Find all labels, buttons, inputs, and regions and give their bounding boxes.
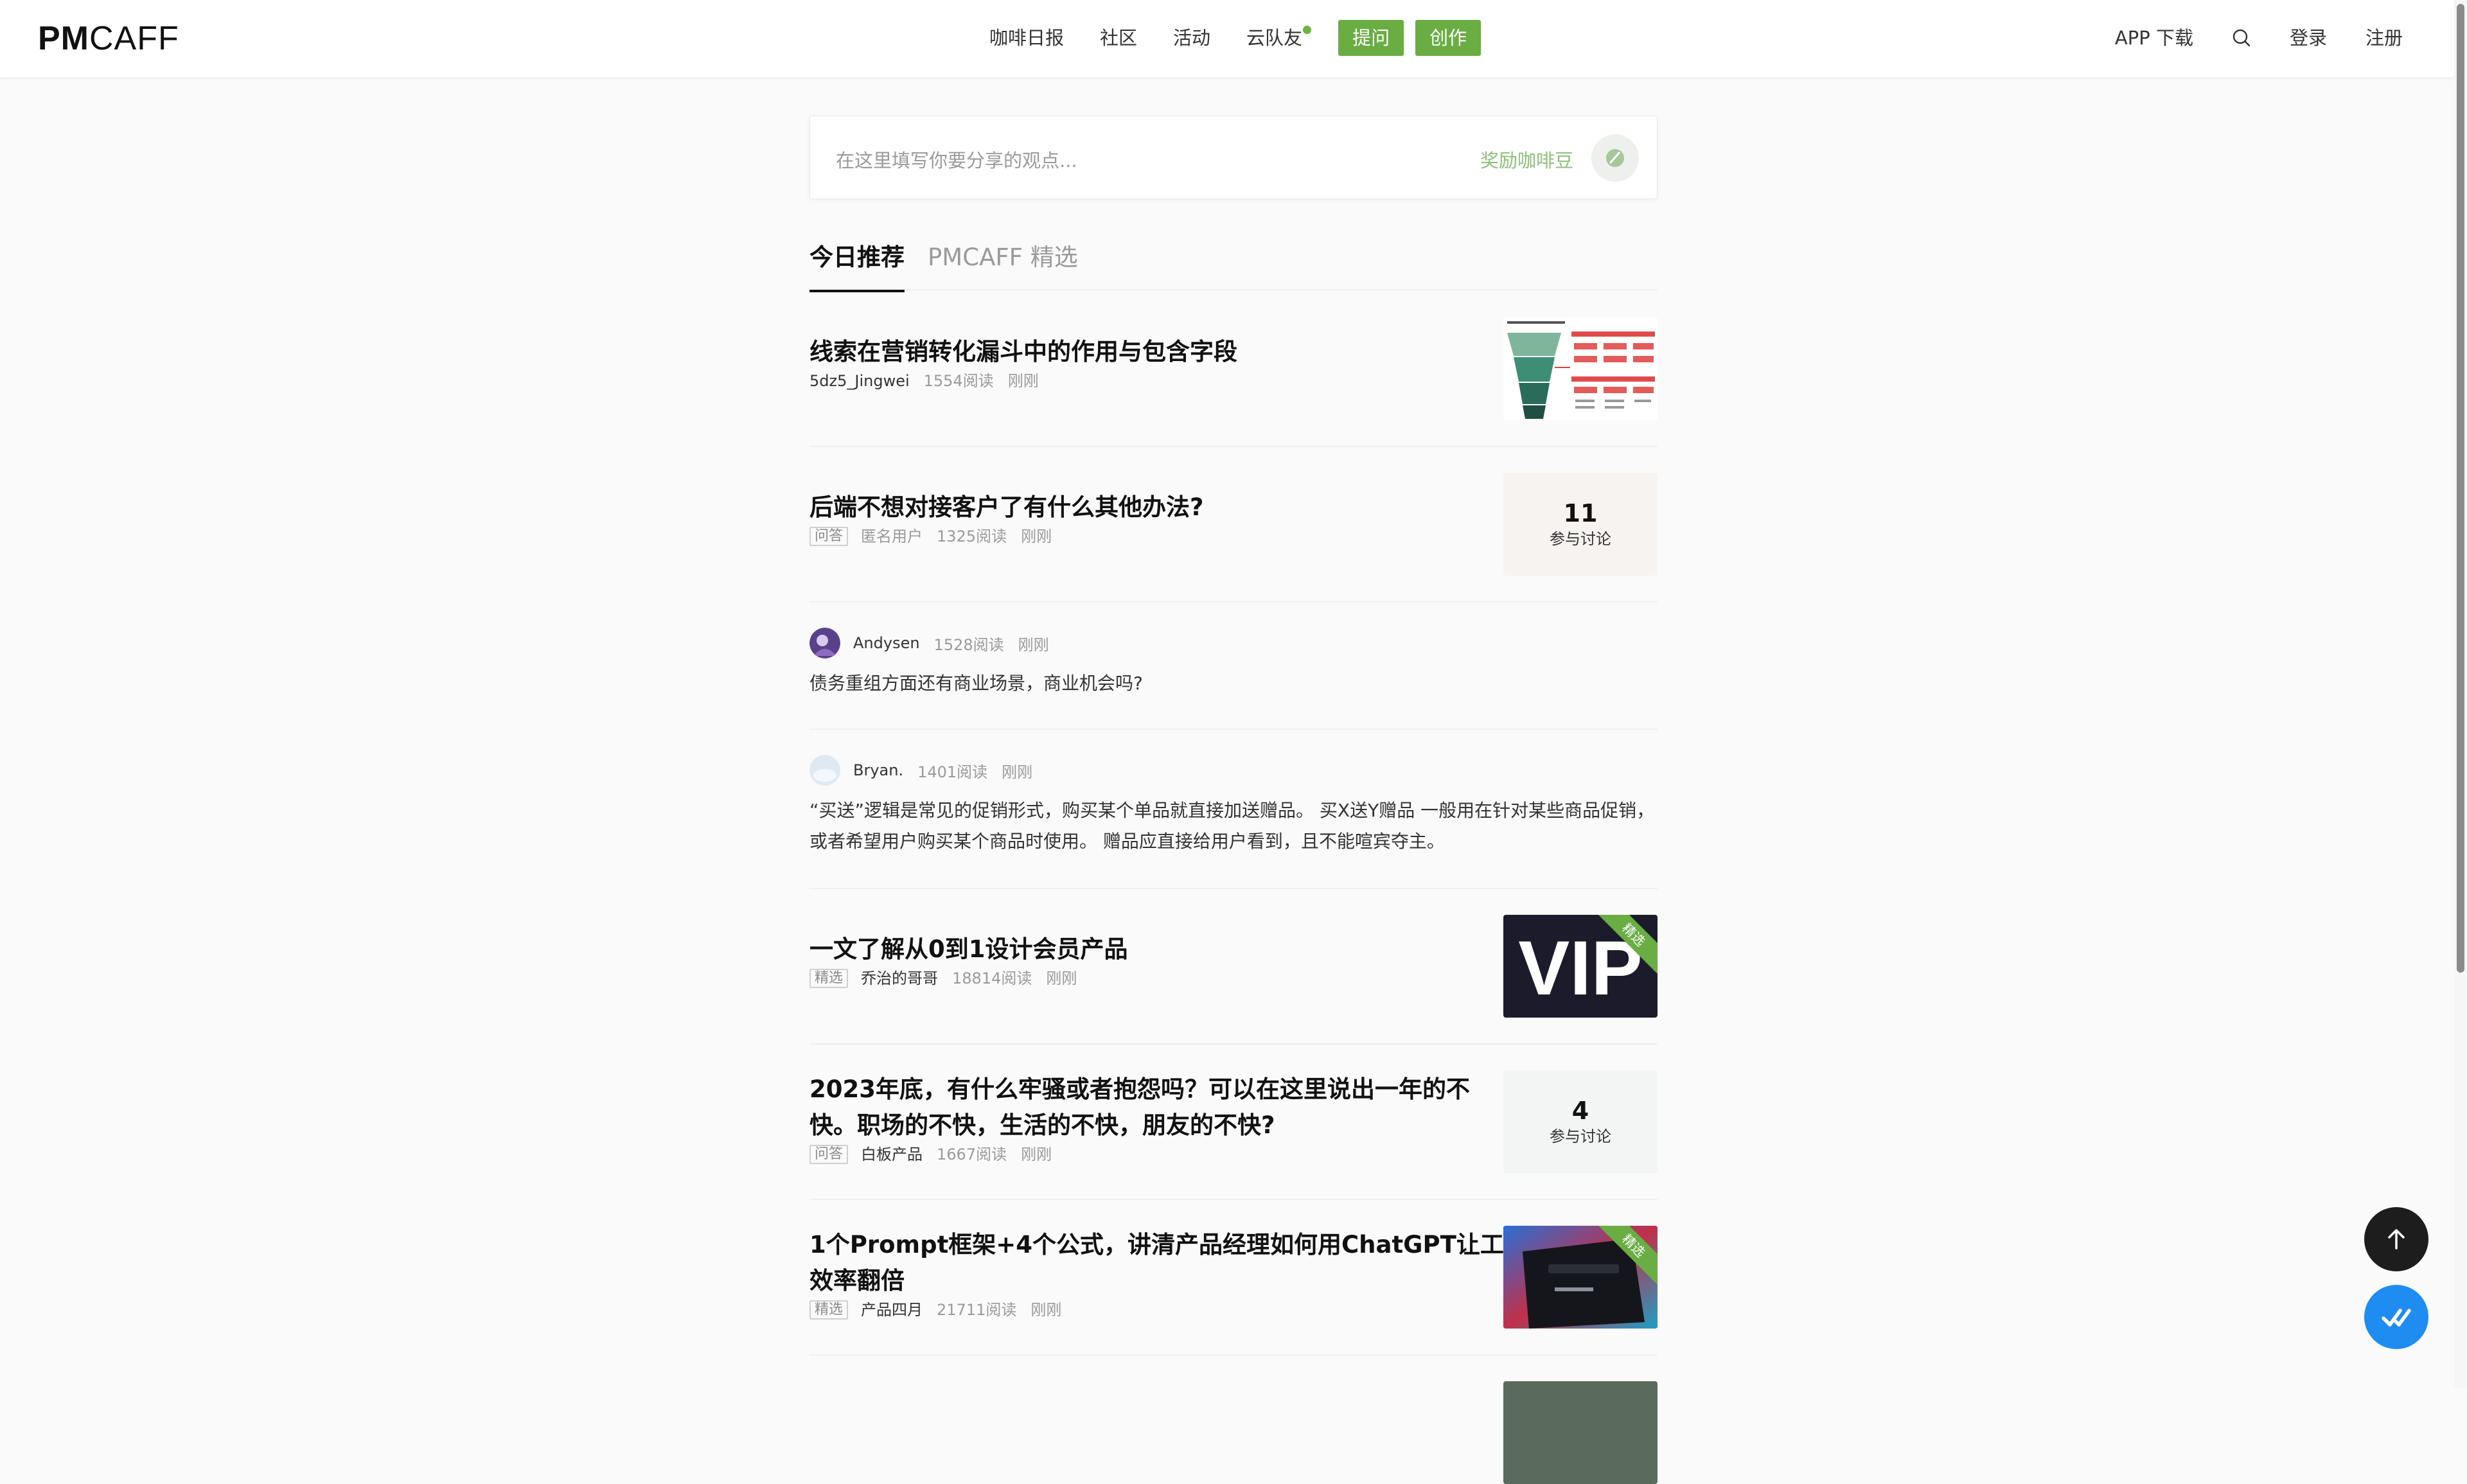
- reward-coffee-beans-link[interactable]: 奖励咖啡豆: [1480, 146, 1573, 173]
- post-time: 刚刚: [1046, 969, 1077, 987]
- avatar-image: [809, 628, 840, 658]
- discussion-label: 参与讨论: [1550, 1127, 1611, 1145]
- composer-placeholder[interactable]: 在这里填写你要分享的观点...: [836, 146, 1077, 173]
- question-title[interactable]: 后端不想对接客户了有什么其他办法?: [809, 490, 1203, 526]
- author-name[interactable]: 5dz5_Jingwei: [809, 370, 910, 392]
- list-item[interactable]: 后端不想对接客户了有什么其他办法? 问答 匿名用户 1325阅读 刚刚 11 参…: [809, 447, 1658, 603]
- article-meta: 精选 产品四月 21711阅读 刚刚: [809, 1299, 1528, 1321]
- post-time: 刚刚: [1021, 527, 1052, 545]
- post-text-line: 或者希望用户购买某个商品时使用。 赠品应直接给用户看到，且不能喧宾夺主。: [809, 831, 1445, 852]
- app-download-link[interactable]: APP 下载: [2115, 19, 2193, 57]
- app-assistant-button[interactable]: [2364, 1285, 2428, 1349]
- question-title-line: 快。职场的不快，生活的不快，朋友的不快?: [809, 1111, 1275, 1139]
- read-count: 18814阅读: [952, 969, 1032, 987]
- qa-tag: 问答: [809, 527, 849, 546]
- post-composer[interactable]: 在这里填写你要分享的观点... 奖励咖啡豆: [809, 116, 1658, 199]
- tab-pmcaff-featured[interactable]: PMCAFF 精选: [928, 242, 1078, 274]
- post-text[interactable]: 债务重组方面还有商业场景，商业机会吗?: [809, 668, 1658, 699]
- read-count: 1325阅读: [937, 527, 1007, 545]
- author-name[interactable]: 产品四月: [861, 1299, 923, 1321]
- article-title[interactable]: 线索在营销转化漏斗中的作用与包含字段: [809, 334, 1237, 370]
- pmcaff-logo[interactable]: PMCAFF: [38, 22, 179, 55]
- question-meta: 问答 匿名用户 1325阅读 刚刚: [809, 526, 1203, 547]
- article-thumbnail[interactable]: [1503, 1381, 1658, 1484]
- publish-pen-button[interactable]: [1591, 134, 1639, 182]
- account-nav: APP 下载 登录 注册: [2076, 19, 2403, 57]
- post-time: 刚刚: [1007, 372, 1039, 390]
- login-link[interactable]: 登录: [2290, 19, 2327, 57]
- post-text[interactable]: “买送”逻辑是常见的促销形式，购买某个单品就直接加送赠品。 买X送Y赠品 一般用…: [809, 795, 1658, 857]
- author-name[interactable]: 乔治的哥哥: [861, 967, 938, 989]
- list-item[interactable]: Andysen 1528阅读 刚刚 债务重组方面还有商业场景，商业机会吗?: [809, 603, 1658, 730]
- author-name[interactable]: Bryan.: [853, 761, 903, 779]
- author-name[interactable]: 白板产品: [861, 1144, 923, 1165]
- discussion-count-box[interactable]: 4 参与讨论: [1503, 1070, 1658, 1173]
- list-item[interactable]: 线索在营销转化漏斗中的作用与包含字段 5dz5_Jingwei 1554阅读 刚…: [809, 292, 1658, 447]
- chatgpt-thumbnail[interactable]: 精选: [1503, 1226, 1658, 1329]
- article-title-line: 1个Prompt框架+4个公式，讲清产品经理如何用ChatGPT让工作: [809, 1231, 1528, 1259]
- top-navigation-bar: PMCAFF 咖啡日报 社区 活动 云队友 提问 创作 APP 下载 登录 注册: [0, 0, 2454, 77]
- feed-list: 线索在营销转化漏斗中的作用与包含字段 5dz5_Jingwei 1554阅读 刚…: [809, 292, 1658, 1484]
- double-check-icon: [2382, 1309, 2411, 1327]
- vip-thumbnail[interactable]: VIP 精选: [1503, 915, 1658, 1018]
- discussion-count: 11: [1563, 499, 1598, 527]
- discussion-label: 参与讨论: [1550, 530, 1611, 548]
- read-count: 21711阅读: [937, 1301, 1017, 1319]
- article-title[interactable]: 1个Prompt框架+4个公式，讲清产品经理如何用ChatGPT让工作 效率翻倍: [809, 1227, 1528, 1299]
- funnel-infographic-thumbnail[interactable]: [1503, 317, 1658, 420]
- search-icon[interactable]: [2232, 28, 2251, 48]
- discussion-count: 4: [1571, 1097, 1589, 1125]
- post-text-line: “买送”逻辑是常见的促销形式，购买某个单品就直接加送赠品。 买X送Y赠品 一般用…: [809, 800, 1655, 821]
- funnel-chart-image: [1503, 317, 1658, 420]
- tab-today-recommend[interactable]: 今日推荐: [809, 242, 905, 292]
- avatar-image: [809, 755, 840, 786]
- list-item[interactable]: 一文了解从0到1设计会员产品 精选 乔治的哥哥 18814阅读 刚刚 VIP 精…: [809, 889, 1658, 1045]
- post-time: 刚刚: [1018, 635, 1049, 654]
- ask-button[interactable]: 提问: [1338, 20, 1404, 56]
- author-name: 匿名用户: [861, 527, 923, 545]
- main-nav: 咖啡日报 社区 活动 云队友 提问 创作: [989, 19, 1492, 57]
- register-link[interactable]: 注册: [2365, 19, 2403, 57]
- read-count: 1667阅读: [937, 1145, 1007, 1163]
- avatar[interactable]: [809, 628, 840, 658]
- arrow-up-icon: [2388, 1229, 2405, 1250]
- avatar[interactable]: [809, 755, 840, 786]
- read-count: 1528阅读: [933, 635, 1004, 654]
- list-item[interactable]: Bryan. 1401阅读 刚刚 “买送”逻辑是常见的促销形式，购买某个单品就直…: [809, 730, 1658, 889]
- nav-item-coffee-daily[interactable]: 咖啡日报: [989, 19, 1064, 57]
- article-meta: 精选 乔治的哥哥 18814阅读 刚刚: [809, 967, 1128, 989]
- create-button[interactable]: 创作: [1415, 20, 1481, 56]
- article-meta: 5dz5_Jingwei 1554阅读 刚刚: [809, 370, 1237, 392]
- scrollbar[interactable]: [2454, 0, 2467, 1388]
- post-user-row: Andysen 1528阅读 刚刚: [809, 627, 1658, 659]
- list-item[interactable]: 1个Prompt框架+4个公式，讲清产品经理如何用ChatGPT让工作 效率翻倍…: [809, 1200, 1658, 1356]
- feed-tabs: 今日推荐 PMCAFF 精选: [809, 238, 1658, 292]
- article-title-line: 效率翻倍: [809, 1267, 905, 1294]
- read-count: 1401阅读: [917, 763, 988, 781]
- list-item[interactable]: 2023年底，有什么牢骚或者抱怨吗？可以在这里说出一年的不 快。职场的不快，生活…: [809, 1045, 1658, 1200]
- discussion-count-box[interactable]: 11 参与讨论: [1503, 473, 1658, 576]
- question-meta: 问答 白板产品 1667阅读 刚刚: [809, 1144, 1470, 1165]
- nav-item-cloud-teammate[interactable]: 云队友: [1246, 19, 1312, 57]
- post-time: 刚刚: [1021, 1145, 1052, 1163]
- read-count: 1554阅读: [923, 372, 994, 390]
- post-user-row: Bryan. 1401阅读 刚刚: [809, 754, 1658, 786]
- back-to-top-button[interactable]: [2364, 1207, 2428, 1271]
- scrollbar-thumb[interactable]: [2457, 4, 2464, 973]
- post-time: 刚刚: [1030, 1301, 1062, 1319]
- nav-item-events[interactable]: 活动: [1173, 19, 1210, 57]
- question-title-line: 2023年底，有什么牢骚或者抱怨吗？可以在这里说出一年的不: [809, 1075, 1470, 1103]
- nav-item-community[interactable]: 社区: [1100, 19, 1137, 57]
- article-title[interactable]: 一文了解从0到1设计会员产品: [809, 932, 1128, 967]
- qa-tag: 问答: [809, 1145, 849, 1164]
- featured-tag: 精选: [809, 1300, 849, 1320]
- question-title[interactable]: 2023年底，有什么牢骚或者抱怨吗？可以在这里说出一年的不 快。职场的不快，生活…: [809, 1072, 1470, 1144]
- author-name[interactable]: Andysen: [853, 634, 920, 652]
- post-time: 刚刚: [1002, 763, 1033, 781]
- list-item[interactable]: [809, 1356, 1658, 1484]
- pen-icon: [1606, 149, 1624, 167]
- featured-tag: 精选: [809, 969, 849, 988]
